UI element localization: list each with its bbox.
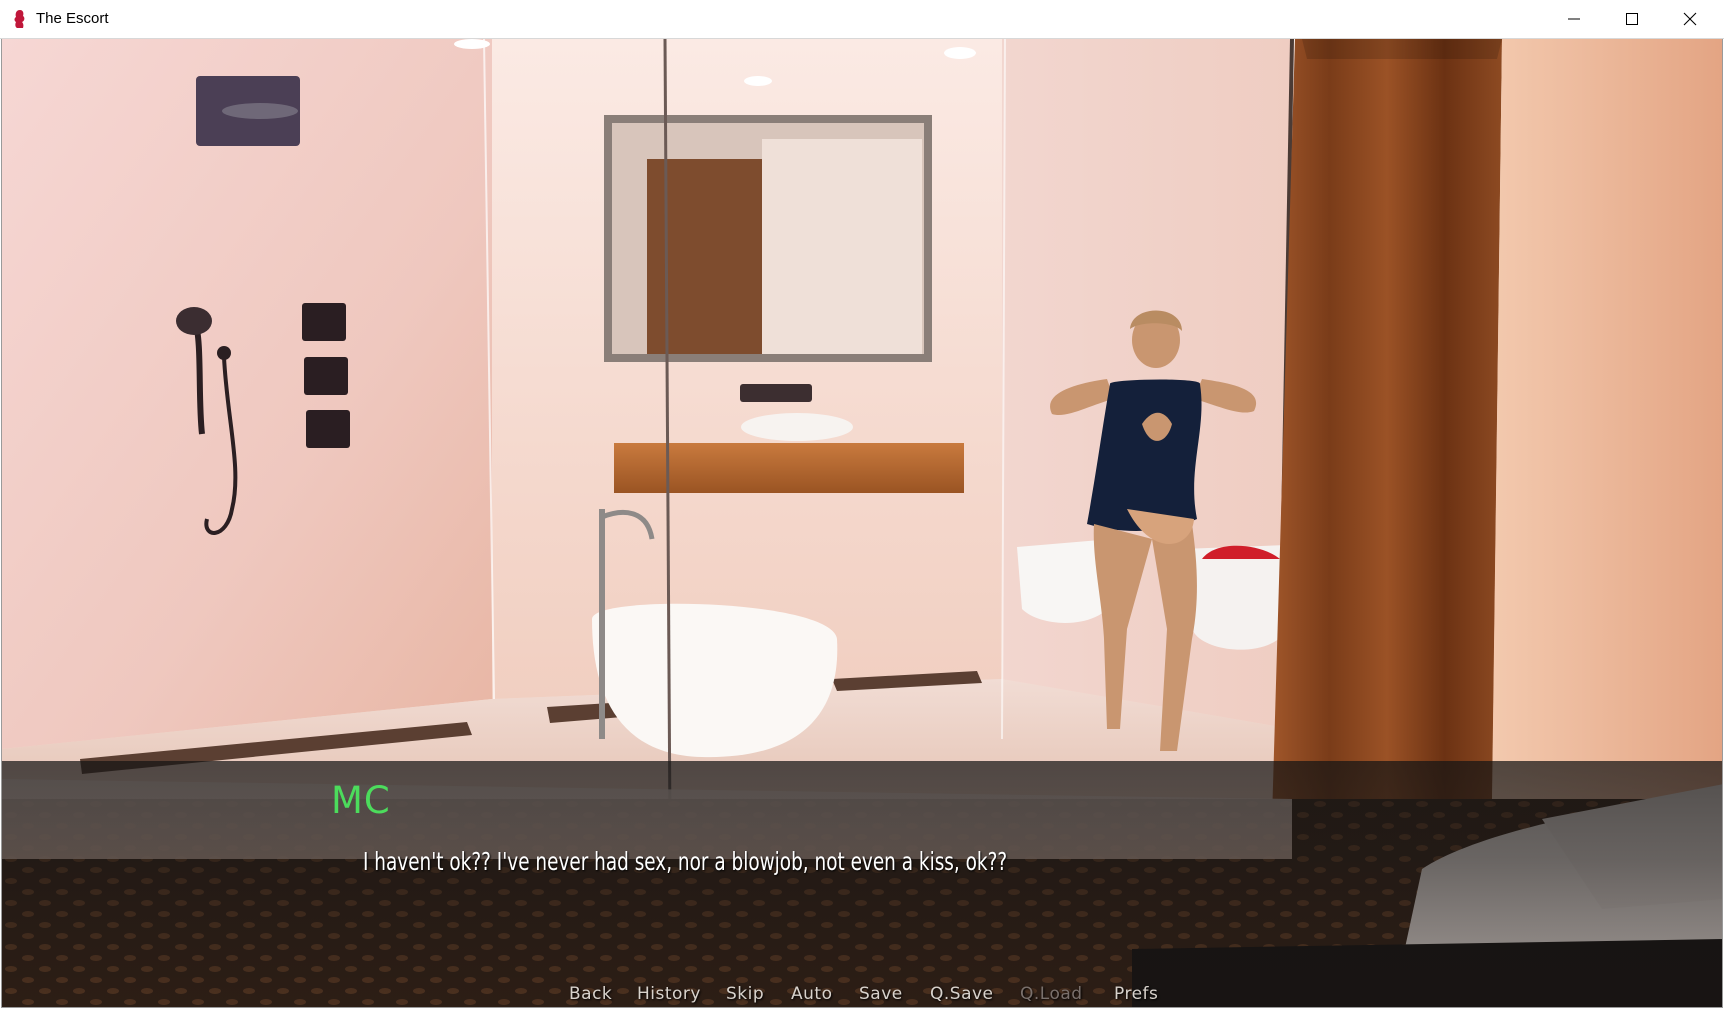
quick-load-button[interactable]: Q.Load <box>1020 984 1083 1004</box>
save-button[interactable]: Save <box>859 984 903 1004</box>
game-viewport[interactable]: MC I haven't ok?? I've never had sex, no… <box>1 39 1723 1008</box>
window-title: The Escort <box>36 10 109 27</box>
quick-menu: Back History Skip Auto Save Q.Save Q.Loa… <box>2 984 1722 1007</box>
dialogue-text: I haven't ok?? I've never had sex, nor a… <box>363 847 1008 876</box>
minimize-button[interactable] <box>1546 0 1604 39</box>
quick-save-button[interactable]: Q.Save <box>930 984 994 1004</box>
prefs-button[interactable]: Prefs <box>1114 984 1158 1004</box>
maximize-button[interactable] <box>1604 0 1662 39</box>
close-button[interactable] <box>1662 0 1720 39</box>
back-button[interactable]: Back <box>569 984 612 1004</box>
speaker-name: MC <box>331 779 391 822</box>
maximize-icon <box>1626 13 1638 25</box>
history-button[interactable]: History <box>637 984 701 1004</box>
auto-button[interactable]: Auto <box>791 984 832 1004</box>
minimize-icon <box>1568 18 1580 20</box>
skip-button[interactable]: Skip <box>726 984 764 1004</box>
close-icon <box>1683 12 1697 26</box>
window-titlebar[interactable]: The Escort <box>0 0 1724 39</box>
escort-app-icon <box>14 10 25 28</box>
dialogue-box[interactable] <box>2 761 1722 1007</box>
